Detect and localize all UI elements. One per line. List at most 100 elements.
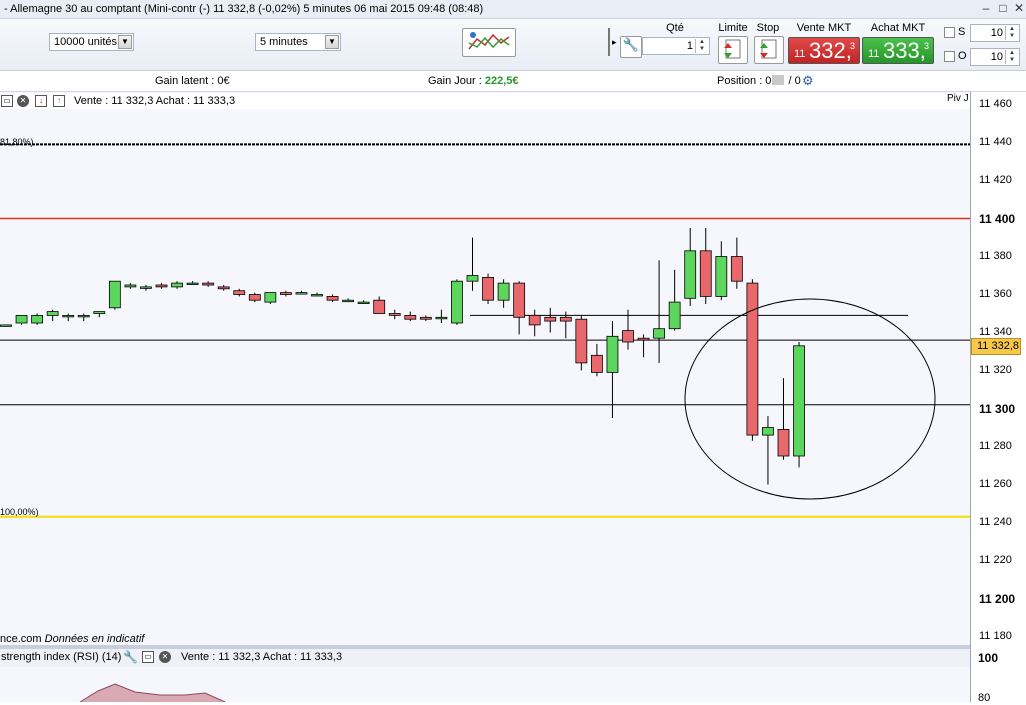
close-circle-icon[interactable]: ✕ [17, 95, 29, 107]
candle-body [559, 316, 572, 322]
limit-header: Limite [718, 22, 748, 34]
stop-order-icon [760, 39, 777, 59]
candle-body [715, 256, 728, 297]
annotation-ellipse [684, 298, 936, 500]
candle-body [419, 316, 432, 320]
candle-body [668, 301, 681, 330]
price-tick-label: 11 400 [979, 211, 1016, 226]
candle-body [684, 250, 697, 299]
candle-body [622, 330, 634, 343]
gain-latent: Gain latent : 0€ [155, 75, 230, 87]
chart-header: ▭ ✕ ↓ ↑ Vente : 11 332,3 Achat : 11 333,… [0, 93, 970, 109]
price-tick-label: 11 280 [979, 439, 1012, 452]
rsi-plot[interactable] [0, 667, 970, 703]
rsi-quote: Vente : 11 332,3 Achat : 11 333,3 [181, 651, 343, 663]
window-title: - Allemagne 30 au comptant (Mini-contr (… [4, 3, 484, 15]
candle-body [155, 284, 168, 288]
sell-market-button[interactable]: 11 332, 3 [788, 37, 860, 64]
price-tick-label: 11 340 [979, 325, 1012, 338]
price-tick-label: 11 460 [979, 97, 1012, 110]
position-info: Position : 0 / 0 [717, 75, 801, 87]
s-value-field[interactable]: 10 ▲ ▼ [970, 24, 1020, 42]
candle-body [466, 275, 479, 282]
candle-body [93, 311, 106, 314]
candle-body [77, 314, 90, 318]
candle-body [279, 292, 292, 295]
stop-order-button[interactable] [754, 36, 784, 64]
current-price-tag: 11 332,8 [971, 338, 1021, 355]
spinner-icon[interactable]: ▲ ▼ [695, 39, 708, 53]
candle-body [762, 427, 774, 436]
candle-body [202, 282, 215, 286]
candle-body [62, 314, 75, 318]
gears-icon[interactable]: ⚙ [802, 73, 814, 89]
candle-body [217, 286, 230, 290]
price-tick-label: 11 300 [979, 401, 1016, 416]
objective-checkbox[interactable] [944, 51, 955, 62]
o-value-field[interactable]: 10 ▲ ▼ [970, 48, 1020, 66]
candle-body [171, 282, 183, 288]
spinner-icon[interactable]: ▲ ▼ [1005, 50, 1018, 64]
data-source: nce.com Données en indicatif [0, 633, 145, 645]
arrow-up-icon[interactable]: ↑ [53, 95, 65, 107]
candle-body [233, 290, 246, 295]
window-icon[interactable]: ▭ [1, 95, 13, 107]
quantity-select[interactable]: 10000 unités ▼ [49, 33, 134, 51]
price-tick-label: 11 240 [979, 515, 1012, 528]
candle-body [528, 314, 541, 326]
candle-body [606, 335, 619, 373]
candle-body [482, 276, 494, 301]
arrow-down-icon[interactable]: ↓ [35, 95, 47, 107]
limit-order-button[interactable] [718, 36, 748, 64]
rsi-header: strength index (RSI) (14) 🔧 ▭ ✕ Vente : … [0, 649, 970, 668]
limit-order-icon [724, 39, 741, 59]
candle-body [435, 316, 448, 320]
pivot-label: Piv J [947, 93, 969, 104]
qty-field[interactable]: 1 ▲ ▼ [642, 37, 710, 55]
candle-body [108, 280, 121, 309]
price-tick-label: 11 220 [979, 553, 1012, 566]
candle-body [342, 299, 355, 303]
chevron-down-icon: ▼ [325, 35, 339, 49]
candle-body [373, 299, 386, 314]
candle-body [575, 318, 588, 364]
arrow-right-icon: ▸ [612, 37, 617, 47]
close-icon[interactable]: ✕ [1011, 1, 1026, 16]
fib-top-label: 81,80%) [0, 137, 34, 147]
wrench-icon[interactable]: 🔧 [620, 36, 642, 58]
candle-body [513, 282, 526, 318]
minimize-icon[interactable]: – [978, 1, 994, 16]
candle-body [295, 292, 308, 295]
spinner-icon[interactable]: ▲ ▼ [1005, 26, 1018, 40]
candle-body [497, 282, 510, 301]
candle-body [311, 294, 323, 297]
price-tick-label: 11 440 [979, 135, 1012, 148]
wrench-icon[interactable]: 🔧 [123, 650, 138, 664]
candle-body [264, 292, 277, 303]
period-select[interactable]: 5 minutes ▼ [255, 33, 341, 51]
gain-jour-value: 222,5€ [484, 75, 519, 87]
rsi-axis-80: 80 [978, 692, 991, 704]
title-bar: - Allemagne 30 au comptant (Mini-contr (… [0, 0, 1026, 19]
candle-body [544, 316, 557, 322]
candle-body [31, 314, 44, 324]
candle-body [793, 345, 805, 457]
price-tick-label: 11 360 [979, 287, 1012, 300]
maximize-icon[interactable]: □ [995, 1, 1011, 16]
candlestick-chart[interactable] [0, 92, 970, 645]
position-close-icon[interactable] [772, 75, 785, 85]
chart-quote: Vente : 11 332,3 Achat : 11 333,3 [74, 95, 236, 107]
window-icon[interactable]: ▭ [142, 651, 154, 663]
close-circle-icon[interactable]: ✕ [159, 651, 171, 663]
fib-bottom-label: 100,00%) [0, 507, 39, 517]
price-tick-label: 11 260 [979, 477, 1012, 490]
price-axis[interactable]: 11 460 11 440 11 420 11 400 11 380 11 360 11 3… [970, 92, 1026, 702]
candle-body [46, 311, 59, 316]
qty-header: Qté [666, 22, 684, 34]
candle-body [140, 286, 152, 289]
indicators-button[interactable] [462, 28, 516, 57]
candle-body [124, 284, 137, 288]
price-tick-label: 11 200 [979, 591, 1016, 606]
buy-market-button[interactable]: 11 333, 3 [862, 37, 934, 64]
stop-checkbox[interactable] [944, 27, 955, 38]
